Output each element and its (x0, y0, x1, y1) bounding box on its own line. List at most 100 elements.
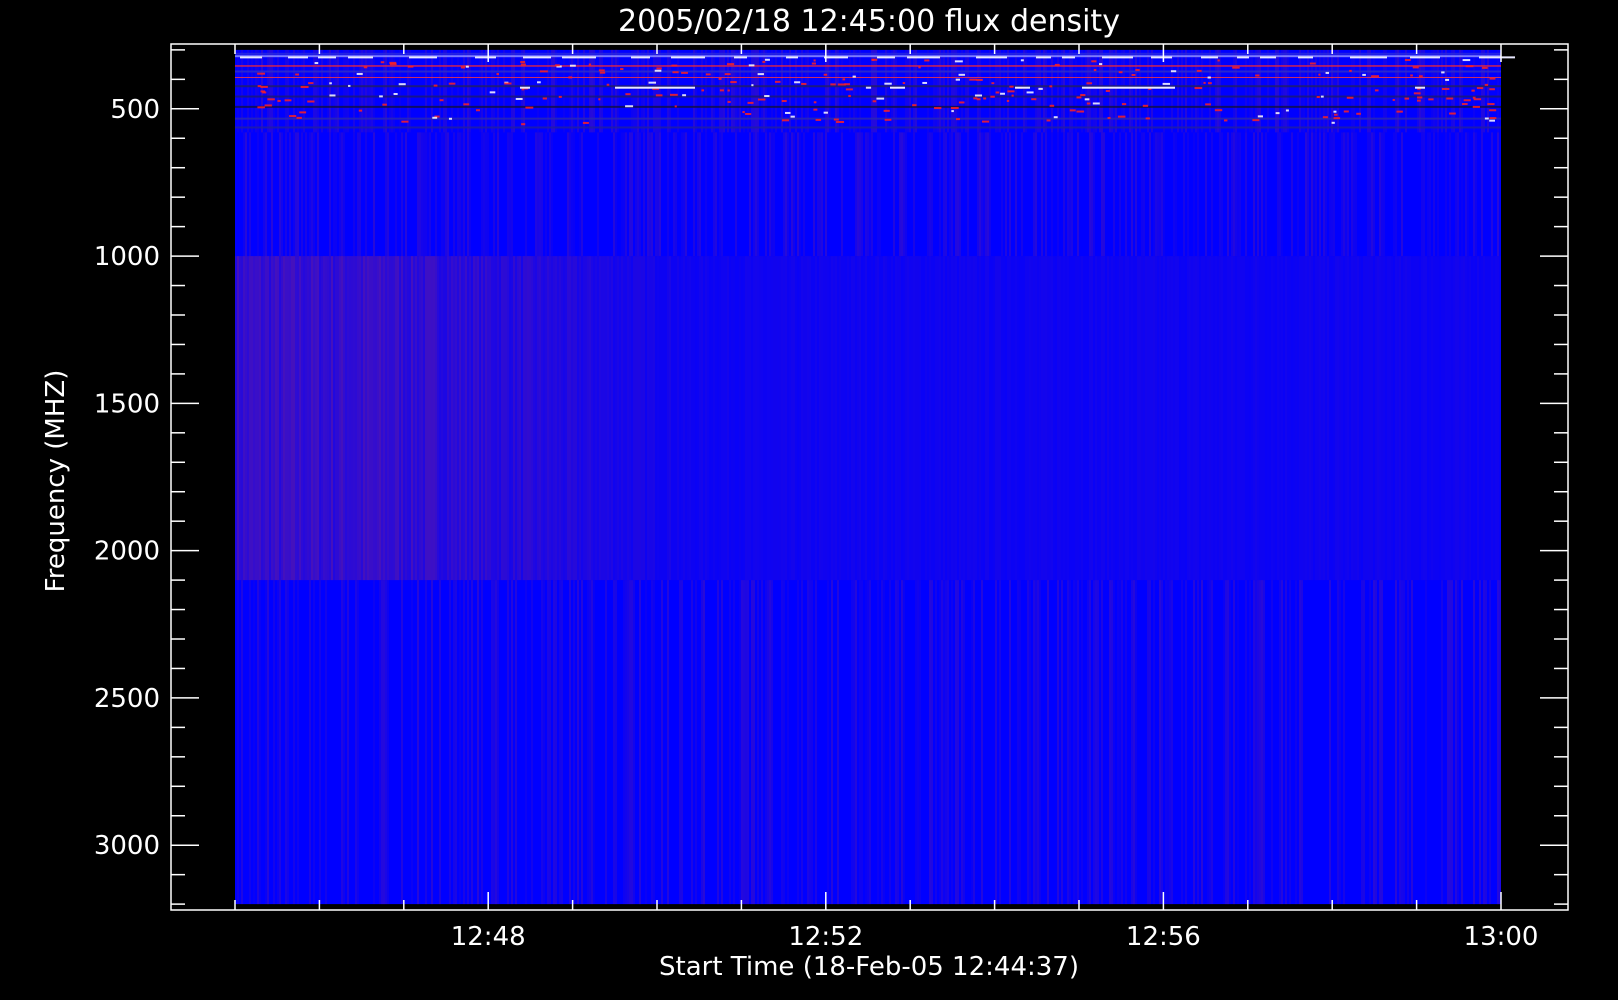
heatmap-cell (1125, 256, 1127, 581)
interference-speck (299, 111, 307, 114)
heatmap-cell (411, 256, 413, 581)
heatmap-cell (1169, 256, 1171, 581)
heatmap-cell (445, 132, 447, 257)
heatmap-cell (1389, 256, 1391, 581)
heatmap-cell (449, 580, 451, 905)
heatmap-cell (1047, 256, 1049, 581)
heatmap-cell (1169, 580, 1171, 905)
heatmap-cell (401, 132, 403, 257)
heatmap-cell (681, 256, 683, 581)
heatmap-cell (1399, 49, 1401, 133)
heatmap-cell (639, 256, 641, 581)
heatmap-cell (1233, 132, 1235, 257)
x-tick-label: 12:48 (451, 922, 526, 952)
heatmap-cell (343, 132, 345, 257)
interference-speck (954, 60, 963, 63)
heatmap-cell (1027, 256, 1029, 581)
heatmap-cell (979, 256, 981, 581)
heatmap-cell (325, 580, 327, 905)
heatmap-cell (1097, 256, 1099, 581)
heatmap-cell (1237, 256, 1239, 581)
interference-dash (562, 56, 596, 59)
heatmap-cell (1101, 132, 1103, 257)
heatmap-cell (1075, 49, 1077, 133)
heatmap-cell (675, 256, 677, 581)
heatmap-cell (461, 132, 463, 257)
heatmap-cell (773, 132, 775, 257)
heatmap-cell (341, 256, 343, 581)
interference-speck (1084, 98, 1090, 101)
heatmap-cell (493, 49, 495, 133)
heatmap-cell (259, 256, 261, 581)
heatmap-cell (483, 132, 485, 257)
heatmap-cell (801, 580, 803, 905)
heatmap-cell (1117, 256, 1119, 581)
heatmap-cell (535, 132, 537, 257)
heatmap-cell (813, 132, 815, 257)
heatmap-cell (671, 256, 673, 581)
heatmap-cell (1213, 256, 1215, 581)
heatmap-cell (1233, 49, 1235, 133)
heatmap-cell (1159, 132, 1161, 257)
heatmap-cell (1473, 132, 1475, 257)
heatmap-cell (293, 580, 295, 905)
heatmap-cell (783, 256, 785, 581)
interference-speck (1396, 110, 1403, 113)
heatmap-cell (1145, 256, 1147, 581)
heatmap-cell (983, 256, 985, 581)
heatmap-cell (909, 256, 911, 581)
heatmap-cell (941, 256, 943, 581)
heatmap-cell (755, 132, 757, 257)
heatmap-cell (375, 256, 377, 581)
heatmap-cell (819, 132, 821, 257)
heatmap-cell (1281, 132, 1283, 257)
heatmap-cell (1265, 256, 1267, 581)
heatmap-cell (1067, 256, 1069, 581)
interference-speck (267, 98, 275, 101)
heatmap-cell (989, 256, 991, 581)
heatmap-cell (525, 256, 527, 581)
heatmap-cell (1423, 132, 1425, 257)
heatmap-cell (913, 49, 915, 133)
interference-speck (1207, 76, 1211, 79)
heatmap-cell (385, 132, 387, 257)
heatmap-cell (845, 256, 847, 581)
heatmap-cell (1155, 256, 1157, 581)
heatmap-cell (781, 580, 783, 905)
heatmap-cell (623, 132, 625, 257)
heatmap-cell (531, 580, 533, 905)
heatmap-cell (1275, 256, 1277, 581)
heatmap-cell (591, 49, 593, 133)
heatmap-cell (541, 256, 543, 581)
heatmap-cell (669, 49, 671, 133)
interference-speck (758, 98, 766, 101)
heatmap-cell (905, 256, 907, 581)
heatmap-cell (999, 256, 1001, 581)
heatmap-cell (621, 132, 623, 257)
heatmap-cell (797, 580, 799, 905)
interference-speck (1489, 88, 1495, 91)
heatmap-cell (265, 132, 267, 257)
heatmap-cell (1187, 256, 1189, 581)
heatmap-cell (1191, 49, 1193, 133)
heatmap-cell (1357, 256, 1359, 581)
heatmap-cell (1017, 256, 1019, 581)
heatmap-cell (1019, 256, 1021, 581)
interference-speck (973, 97, 978, 100)
heatmap-cell (347, 580, 349, 905)
interference-speck (726, 63, 735, 66)
heatmap-cell (1225, 580, 1227, 905)
heatmap-cell (1041, 256, 1043, 581)
heatmap-cell (757, 580, 759, 905)
heatmap-cell (353, 132, 355, 257)
heatmap-cell (509, 132, 511, 257)
heatmap-cell (1209, 580, 1211, 905)
heatmap-cell (467, 132, 469, 257)
interference-speck (1484, 117, 1489, 120)
heatmap-cell (1235, 132, 1237, 257)
heatmap-cell (837, 256, 839, 581)
heatmap-cell (1421, 256, 1423, 581)
heatmap-cell (733, 256, 735, 581)
heatmap-cell (905, 49, 907, 133)
interference-speck (1374, 89, 1379, 92)
